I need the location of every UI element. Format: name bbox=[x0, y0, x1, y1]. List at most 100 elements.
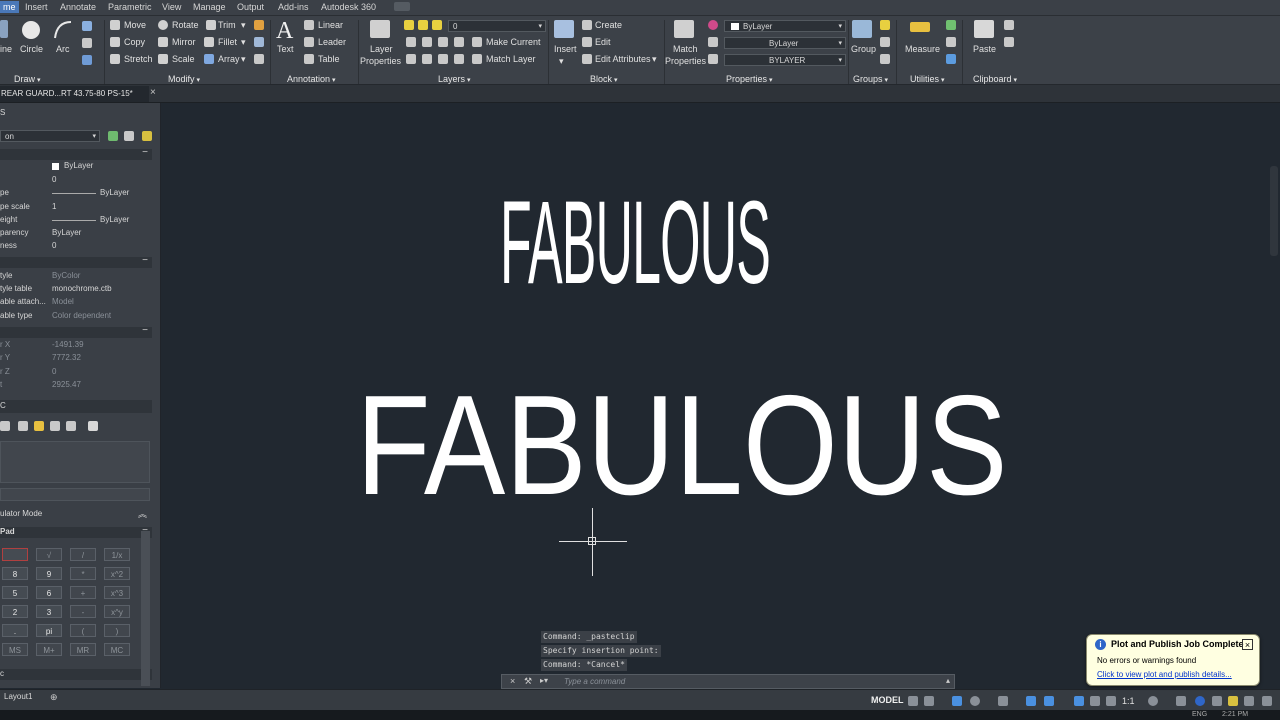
property-row[interactable]: ByLayer bbox=[0, 161, 152, 174]
calc-key[interactable]: 6 bbox=[36, 586, 62, 599]
layer-isolate-icon[interactable] bbox=[406, 37, 416, 47]
measure-button[interactable]: Measure bbox=[905, 44, 940, 54]
calc-key[interactable]: pi bbox=[36, 624, 62, 637]
property-row[interactable]: able type Color dependent bbox=[0, 311, 152, 324]
general-section-header[interactable]: − bbox=[0, 147, 152, 160]
clock[interactable]: 2:21 PM bbox=[1222, 711, 1248, 718]
scale-readout[interactable]: 1:1 bbox=[1122, 696, 1135, 706]
copy-button[interactable]: Copy bbox=[124, 37, 145, 47]
calc-key[interactable]: * bbox=[70, 567, 96, 580]
clipboard-panel-title[interactable]: Clipboard bbox=[973, 74, 1017, 84]
property-row[interactable]: pe ByLayer bbox=[0, 188, 152, 201]
calc-key[interactable]: x^y bbox=[104, 605, 130, 618]
model-space-button[interactable]: MODEL bbox=[871, 695, 904, 705]
layout-tab[interactable]: Layout1 bbox=[4, 692, 32, 701]
make-current-button[interactable]: Make Current bbox=[486, 37, 541, 47]
cut-icon[interactable] bbox=[1004, 20, 1014, 30]
distance-icon[interactable] bbox=[50, 421, 60, 431]
copy-clip-icon[interactable] bbox=[1004, 37, 1014, 47]
line-icon[interactable] bbox=[0, 20, 8, 38]
group-edit-icon[interactable] bbox=[880, 37, 890, 47]
calc-key[interactable]: - bbox=[70, 605, 96, 618]
select-objects-icon[interactable] bbox=[124, 131, 134, 141]
tab-autodesk-360[interactable]: Autodesk 360 bbox=[321, 2, 376, 12]
calc-key[interactable]: ( bbox=[70, 624, 96, 637]
color-combo[interactable]: ByLayer bbox=[724, 20, 846, 33]
measure-icon[interactable] bbox=[910, 22, 930, 32]
mirror-button[interactable]: Mirror bbox=[172, 37, 196, 47]
tab-add-ins[interactable]: Add-ins bbox=[278, 2, 309, 12]
tab-parametric[interactable]: Parametric bbox=[108, 2, 152, 12]
calc-input-field[interactable] bbox=[0, 488, 150, 501]
grid-icon[interactable] bbox=[908, 696, 918, 706]
command-line[interactable]: × ⚒ ▸▾ Type a command ▴ bbox=[501, 674, 955, 689]
calc-key[interactable]: 5 bbox=[2, 586, 28, 599]
units-section-header[interactable]: c− bbox=[0, 667, 152, 680]
calc-key[interactable]: + bbox=[70, 586, 96, 599]
linetype-combo[interactable]: BYLAYER bbox=[724, 54, 846, 67]
quick-calc-icon[interactable] bbox=[946, 20, 956, 30]
array-dropdown-icon[interactable]: ▾ bbox=[241, 54, 246, 65]
erase-icon[interactable] bbox=[254, 20, 264, 30]
offset-icon[interactable] bbox=[254, 54, 264, 64]
history-icon[interactable] bbox=[18, 421, 28, 431]
collapse-icon[interactable]: ︽ bbox=[138, 507, 147, 520]
property-row[interactable]: pe scale 1 bbox=[0, 202, 152, 215]
layer-delete-icon[interactable] bbox=[438, 54, 448, 64]
calc-history-area[interactable] bbox=[0, 441, 150, 483]
stretch-button[interactable]: Stretch bbox=[124, 54, 153, 64]
trim-button[interactable]: Trim bbox=[218, 20, 236, 30]
language-indicator[interactable]: ENG bbox=[1192, 711, 1207, 718]
edit-button[interactable]: Edit bbox=[595, 37, 611, 47]
id-point-icon[interactable] bbox=[946, 37, 956, 47]
property-row[interactable]: r Y 7772.32 bbox=[0, 353, 152, 366]
property-row[interactable]: ness 0 bbox=[0, 241, 152, 254]
hardware-acceleration-icon[interactable] bbox=[1212, 696, 1222, 706]
text-object-narrow[interactable]: FABULOUS bbox=[500, 184, 771, 302]
insert-dropdown-icon[interactable]: ▾ bbox=[559, 56, 564, 67]
calc-key[interactable]: / bbox=[70, 548, 96, 561]
trim-dropdown-icon[interactable]: ▾ bbox=[241, 20, 246, 31]
view-section-header[interactable]: − bbox=[0, 325, 152, 338]
groups-panel-title[interactable]: Groups bbox=[853, 74, 888, 84]
block-panel-title[interactable]: Block bbox=[590, 74, 617, 84]
toggle-pickadd-icon[interactable] bbox=[108, 131, 118, 141]
ungroup-icon[interactable] bbox=[880, 20, 890, 30]
close-icon[interactable]: × bbox=[1242, 639, 1253, 650]
property-row[interactable]: t 2925.47 bbox=[0, 380, 152, 393]
command-input[interactable]: Type a command bbox=[564, 677, 625, 686]
arc-icon[interactable] bbox=[53, 20, 73, 40]
auto-scale-icon[interactable] bbox=[1090, 696, 1100, 706]
add-layout-icon[interactable]: ⊕ bbox=[50, 692, 58, 703]
fillet-button[interactable]: Fillet bbox=[218, 37, 237, 47]
property-row[interactable]: parency ByLayer bbox=[0, 228, 152, 241]
linear-button[interactable]: Linear bbox=[318, 20, 343, 30]
match-properties-line1[interactable]: Match bbox=[673, 44, 698, 54]
number-pad-header[interactable]: Pad− bbox=[0, 525, 152, 538]
arc-button[interactable]: Arc bbox=[56, 44, 70, 54]
tab-manage[interactable]: Manage bbox=[193, 2, 226, 12]
explode-icon[interactable] bbox=[254, 37, 264, 47]
calc-key[interactable]: x^3 bbox=[104, 586, 130, 599]
calc-key[interactable]: . bbox=[2, 624, 28, 637]
polygon-icon[interactable] bbox=[82, 55, 92, 65]
scale-button[interactable]: Scale bbox=[172, 54, 195, 64]
edit-attributes-button[interactable]: Edit Attributes bbox=[595, 54, 651, 64]
text-object-wide[interactable]: FABULOUS bbox=[356, 375, 1008, 517]
calc-key[interactable]: x^2 bbox=[104, 567, 130, 580]
layer-properties-button-line2[interactable]: Properties bbox=[360, 56, 401, 66]
isolate-objects-icon[interactable] bbox=[1195, 696, 1205, 706]
navigation-bar[interactable] bbox=[1270, 166, 1278, 256]
close-command-line-icon[interactable]: × bbox=[510, 676, 515, 686]
plot-section-header[interactable]: − bbox=[0, 255, 152, 268]
circle-icon[interactable] bbox=[22, 21, 40, 39]
calc-key[interactable]: MS bbox=[2, 643, 28, 656]
calc-key[interactable]: 8 bbox=[2, 567, 28, 580]
calc-key[interactable]: √ bbox=[36, 548, 62, 561]
property-row[interactable]: able attach... Model bbox=[0, 297, 152, 310]
layers-panel-title[interactable]: Layers bbox=[438, 74, 470, 84]
property-row[interactable]: r Z0 bbox=[0, 367, 152, 380]
angle-icon[interactable] bbox=[66, 421, 76, 431]
group-button[interactable]: Group bbox=[851, 44, 876, 54]
match-layer-button[interactable]: Match Layer bbox=[486, 54, 536, 64]
